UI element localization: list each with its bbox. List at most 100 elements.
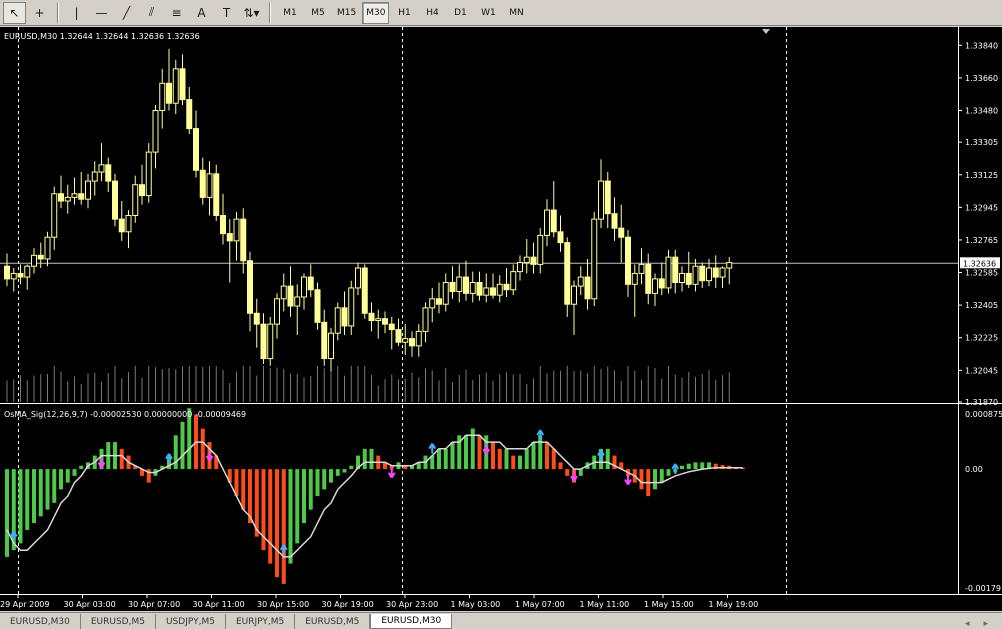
- candle-body: [341, 307, 348, 327]
- terminal-window: ↖ + | — ╱ ⫽ ≡ A T ⇅▾ M1 M5 M15 M30 H1 H4 D1 W1 MN EURUSD,…: [0, 0, 1002, 629]
- timeframe-m30-button[interactable]: M30: [362, 1, 390, 24]
- tab-next-icon[interactable]: ▸: [983, 619, 988, 629]
- price-tick-label: 1.32045: [965, 366, 998, 375]
- candle-body: [672, 256, 679, 283]
- time-tick-label: 1 May 19:00: [709, 600, 759, 609]
- candle-body: [307, 276, 314, 291]
- fibonacci-tool-button[interactable]: ≡: [165, 2, 188, 24]
- vertical-line-tool-button[interactable]: |: [65, 2, 88, 24]
- timeframe-mn-button[interactable]: MN: [503, 2, 529, 24]
- price-tick-label: 1.33305: [965, 138, 998, 147]
- sell-arrow-icon: [624, 474, 632, 485]
- trendline-tool-button[interactable]: ╱: [115, 2, 138, 24]
- time-tick-label: 29 Apr 2009: [0, 600, 49, 609]
- candle-body: [638, 263, 645, 274]
- price-tick-label: 1.32225: [965, 334, 998, 343]
- candle-body: [537, 234, 544, 265]
- candle-body: [132, 184, 139, 216]
- time-tick-label: 30 Apr 15:00: [257, 600, 309, 609]
- price-panel[interactable]: EURUSD,M30 1.32644 1.32644 1.32636 1.326…: [0, 27, 958, 594]
- candle-body: [247, 260, 253, 314]
- timeframe-m15-button[interactable]: M15: [333, 2, 360, 24]
- candle-body: [260, 323, 267, 360]
- candle-body: [463, 276, 469, 294]
- candle-body: [382, 318, 388, 325]
- candle-body: [652, 278, 658, 294]
- crosshair-tool-button[interactable]: +: [28, 2, 51, 24]
- timeframe-d1-button[interactable]: D1: [447, 2, 473, 24]
- price-chart-title: EURUSD,M30 1.32644 1.32644 1.32636 1.326…: [4, 32, 200, 41]
- chart-area[interactable]: EURUSD,M30 1.32644 1.32644 1.32636 1.326…: [0, 27, 1002, 611]
- candle-body: [220, 215, 226, 235]
- time-tick-label: 1 May 15:00: [644, 600, 694, 609]
- sell-arrow-icon: [570, 471, 578, 482]
- tab-navigation: ◂ ▸: [965, 619, 1002, 629]
- timeframe-h1-button[interactable]: H1: [391, 2, 417, 24]
- candle-body: [321, 321, 328, 360]
- chart-canvas[interactable]: EURUSD,M30 1.32644 1.32644 1.32636 1.326…: [0, 27, 1002, 611]
- equidistant-channel-tool-button[interactable]: ⫽: [140, 2, 163, 24]
- osma-panel[interactable]: OsMA_Sig(12,26,9,7) -0.00002530 0.000000…: [4, 408, 745, 584]
- candle-body: [274, 298, 280, 325]
- horizontal-line-tool-button[interactable]: —: [90, 2, 113, 24]
- candle-body: [631, 272, 638, 285]
- candle-body: [91, 171, 98, 182]
- candle-body: [334, 307, 341, 334]
- candle-body: [78, 193, 85, 200]
- price-tick-label: 1.32585: [965, 269, 998, 278]
- timeframe-m5-button[interactable]: M5: [305, 2, 331, 24]
- buy-arrow-icon: [428, 443, 437, 454]
- candle-body: [280, 285, 287, 300]
- candle-body: [328, 332, 334, 360]
- chart-shift-marker: [762, 29, 770, 34]
- time-tick-label: 30 Apr 23:00: [386, 600, 438, 609]
- candle-body: [611, 213, 618, 229]
- timeframe-w1-button[interactable]: W1: [475, 2, 501, 24]
- chart-tab[interactable]: EURUSD,M30: [0, 614, 81, 629]
- candle-body: [618, 227, 625, 238]
- price-tick-label: 1.32405: [965, 301, 998, 310]
- candle-body: [301, 276, 307, 298]
- tab-prev-icon[interactable]: ◂: [965, 619, 970, 629]
- candle-body: [375, 318, 382, 322]
- candle-body: [226, 233, 233, 242]
- candle-body: [442, 281, 449, 305]
- osma-signal-line: [6, 434, 743, 558]
- buy-arrow-icon: [536, 429, 545, 441]
- chart-tab[interactable]: EURUSD,M30: [370, 614, 453, 629]
- candle-body: [409, 338, 415, 347]
- candle-body: [436, 298, 442, 305]
- chart-tabs-bar: EURUSD,M30 EURUSD,M5 USDJPY,M5 EURJPY,M5 EUR…: [0, 612, 1002, 629]
- candle-body: [604, 180, 611, 215]
- price-tick-label: 1.31870: [965, 398, 998, 407]
- text-label-tool-button[interactable]: T: [215, 2, 238, 24]
- candle-body: [496, 283, 503, 296]
- candle-body: [112, 180, 118, 220]
- candle-body: [449, 281, 456, 293]
- candle-body: [233, 218, 240, 242]
- candle-body: [658, 278, 665, 289]
- candle-body: [159, 82, 166, 111]
- price-tick-label: 1.33480: [965, 106, 998, 115]
- time-tick-label: 1 May 07:00: [515, 600, 565, 609]
- candle-body: [166, 82, 172, 104]
- candle-body: [64, 196, 71, 202]
- candle-body: [98, 164, 105, 173]
- chart-tab[interactable]: EURUSD,M5: [81, 614, 156, 629]
- chart-tab[interactable]: USDJPY,M5: [156, 614, 226, 629]
- cursor-tool-button[interactable]: ↖: [3, 1, 26, 24]
- text-tool-button[interactable]: A: [190, 2, 213, 24]
- osma-tick-label: -0.00179: [965, 584, 1001, 593]
- timeframe-m1-button[interactable]: M1: [277, 2, 303, 24]
- time-tick-label: 30 Apr 11:00: [193, 600, 245, 609]
- chart-tab[interactable]: EURJPY,M5: [226, 614, 296, 629]
- timeframe-h4-button[interactable]: H4: [419, 2, 445, 24]
- candle-body: [402, 338, 409, 343]
- candle-body: [719, 267, 726, 278]
- arrows-tool-button[interactable]: ⇅▾: [240, 2, 263, 24]
- candle-body: [118, 218, 125, 233]
- candle-body: [213, 173, 220, 216]
- candle-body: [4, 265, 10, 280]
- time-tick-label: 30 Apr 07:00: [128, 600, 180, 609]
- chart-tab[interactable]: EURUSD,M5: [295, 614, 371, 629]
